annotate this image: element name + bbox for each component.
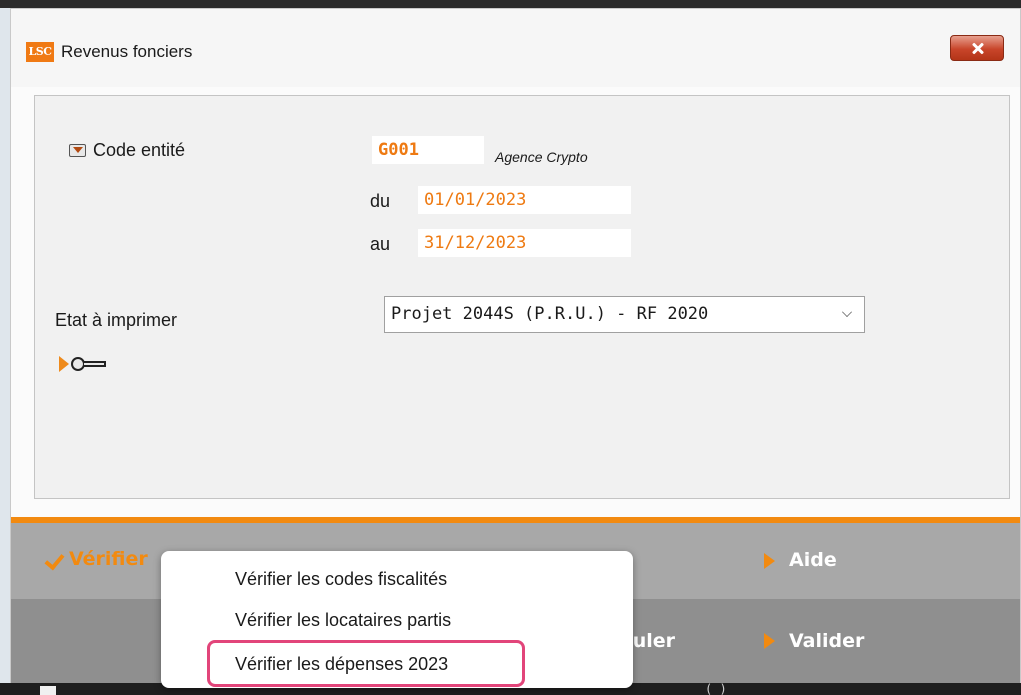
date-to-label: au <box>370 234 391 254</box>
date-to-field[interactable]: 31/12/2023 <box>418 229 631 257</box>
selection-highlight <box>207 640 525 687</box>
code-entite-label: Code entité <box>93 140 186 160</box>
arrow-right-icon <box>59 356 69 372</box>
aide-button[interactable]: Aide <box>789 549 837 571</box>
aide-arrow-icon <box>764 553 775 569</box>
key-shaft-icon <box>84 361 106 367</box>
title-bar: LSC Revenus fonciers <box>11 9 1020 87</box>
chevron-down-icon <box>842 307 852 317</box>
taskbar-square <box>40 686 56 695</box>
close-button[interactable] <box>950 35 1004 61</box>
background-glyph: (_) <box>705 682 727 695</box>
key-button[interactable] <box>59 354 119 374</box>
key-icon <box>71 357 85 371</box>
etat-select[interactable]: Projet 2044S (P.R.U.) - RF 2020 <box>384 296 865 333</box>
menu-item-locataires-partis[interactable]: Vérifier les locataires partis <box>235 610 451 631</box>
verifier-button[interactable]: Vérifier <box>69 548 148 570</box>
form-panel: Code entité G001 Agence Crypto du 01/01/… <box>34 95 1010 499</box>
date-from-field[interactable]: 01/01/2023 <box>418 186 631 214</box>
desktop-background-left <box>0 8 10 695</box>
entity-name: Agence Crypto <box>495 149 588 165</box>
check-icon <box>45 551 63 569</box>
etat-select-value: Projet 2044S (P.R.U.) - RF 2020 <box>391 304 709 324</box>
date-from-label: du <box>370 191 391 211</box>
dropdown-arrow-icon[interactable] <box>69 144 86 157</box>
valider-arrow-icon <box>764 633 775 649</box>
desktop-background <box>0 0 1021 8</box>
etat-label: Etat à imprimer <box>55 310 178 330</box>
valider-button[interactable]: Valider <box>789 630 864 652</box>
menu-item-codes-fiscalites[interactable]: Vérifier les codes fiscalités <box>235 569 447 590</box>
app-logo-icon: LSC <box>26 42 54 62</box>
window-title: Revenus fonciers <box>61 42 193 61</box>
code-entite-field[interactable]: G001 <box>372 136 484 164</box>
